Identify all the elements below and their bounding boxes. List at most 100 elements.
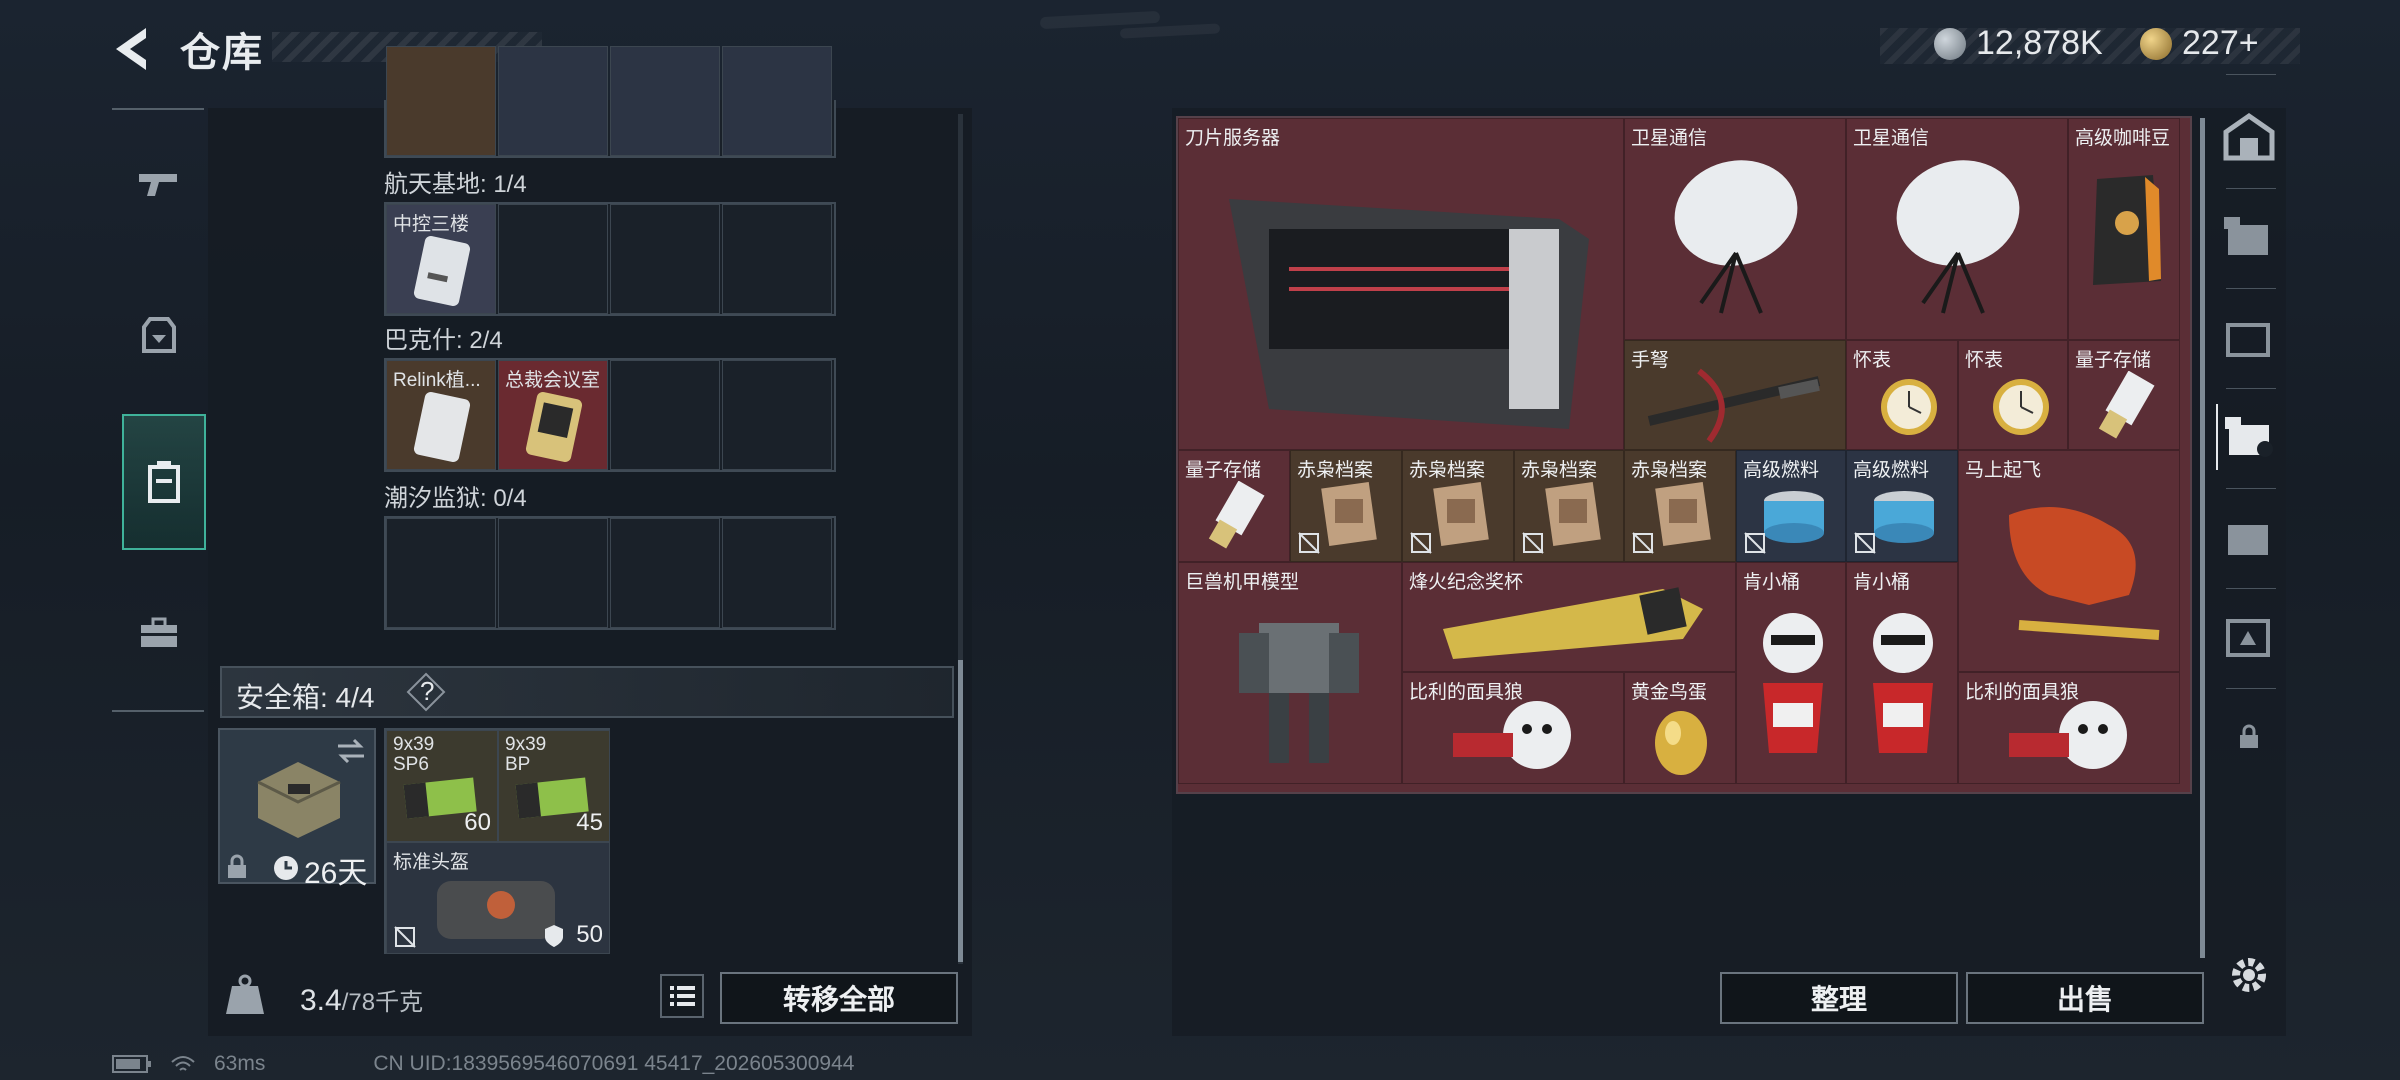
pocket-watch-icon	[1881, 379, 1937, 435]
stash-item[interactable]: 量子存储	[1178, 450, 1290, 562]
weapon-tab[interactable]	[124, 150, 194, 220]
settings-button[interactable]	[2216, 942, 2282, 1008]
left-tab-bar	[112, 108, 206, 712]
stash-item[interactable]: 赤枭档案	[1624, 450, 1736, 562]
battery-icon	[112, 1055, 151, 1073]
gear-icon	[2232, 958, 2266, 992]
keycard-icon	[525, 392, 583, 462]
storage-tab[interactable]	[2216, 104, 2282, 170]
item-label: 巨兽机甲模型	[1185, 572, 1300, 593]
stash-item[interactable]: 卫星通信	[1624, 118, 1846, 340]
pocket-watch-icon	[1993, 379, 2049, 435]
stash-item[interactable]: 肯小桶	[1736, 562, 1846, 784]
locked-page-tab[interactable]	[2216, 704, 2282, 770]
item-label: 赤枭档案	[1297, 460, 1374, 481]
uid-text: CN UID:1839569546070691 45417_2026053009…	[373, 1052, 855, 1075]
horse-statue-icon	[2009, 507, 2160, 640]
stash-page-4-tab[interactable]	[2216, 404, 2282, 470]
bucket-figure-icon	[1763, 613, 1823, 753]
safe-case-icon	[257, 762, 341, 838]
no-sale-icon	[1632, 532, 1654, 554]
keycard-slot[interactable]	[722, 46, 832, 156]
stash-item[interactable]: 怀表	[1958, 340, 2068, 450]
stash-item[interactable]: 卫星通信	[1846, 118, 2068, 340]
stash-item[interactable]: 比利的面具狼	[1402, 672, 1624, 784]
satellite-icon	[1896, 160, 2020, 314]
keycard-slot[interactable]	[386, 46, 496, 156]
stash-item[interactable]: 赤枭档案	[1514, 450, 1624, 562]
keycard-item[interactable]: 中控三楼	[386, 204, 496, 314]
ammo-item[interactable]: 9x39 SP6 60	[386, 730, 498, 842]
no-sale-icon	[1410, 532, 1432, 554]
tools-tab[interactable]	[124, 598, 194, 668]
item-label: 9x39 BP	[505, 735, 547, 775]
help-label: ?	[420, 676, 435, 706]
fuel-can-icon	[1764, 491, 1824, 543]
helmet-item[interactable]: 标准头盔 50	[386, 842, 610, 954]
stash-item[interactable]: 肯小桶	[1846, 562, 1958, 784]
keycard-slot[interactable]	[498, 204, 608, 314]
stash-page-6-tab[interactable]	[2216, 604, 2282, 670]
keycard-slot[interactable]	[498, 46, 608, 156]
item-label: 量子存储	[2075, 350, 2152, 371]
stash-item[interactable]: 高级燃料	[1846, 450, 1958, 562]
sort-button[interactable]: 整理	[1720, 972, 1958, 1024]
stash-item[interactable]: 高级燃料	[1736, 450, 1846, 562]
stash-item[interactable]: 巨兽机甲模型	[1178, 562, 1402, 784]
stash-item[interactable]: 黄金鸟蛋	[1624, 672, 1736, 784]
item-durability: 50	[576, 921, 603, 948]
back-arrow-icon[interactable]	[108, 24, 154, 74]
keycard-slot[interactable]	[498, 518, 608, 628]
safe-box-case[interactable]: 26天	[218, 728, 376, 890]
stash-item[interactable]: 刀片服务器	[1178, 118, 1624, 450]
stash-item[interactable]: 手弩	[1624, 340, 1846, 450]
stash-item[interactable]: 量子存储	[2068, 340, 2180, 450]
item-count: 45	[576, 809, 603, 836]
gear-tab[interactable]	[124, 298, 194, 368]
golden-egg-icon	[1655, 711, 1707, 775]
stash-item[interactable]: 赤枭档案	[1402, 450, 1514, 562]
stash-page-2-tab[interactable]	[2216, 204, 2282, 270]
keycard-slot[interactable]	[610, 518, 720, 628]
status-bar: 63ms CN UID:1839569546070691 45417_20260…	[112, 1052, 854, 1076]
swap-icon[interactable]	[336, 738, 366, 764]
transfer-all-button[interactable]: 转移全部	[720, 972, 958, 1024]
keycard-slot[interactable]	[610, 204, 720, 314]
keycard-group-aerospace: 中控三楼	[384, 202, 836, 316]
item-label: 赤枭档案	[1631, 460, 1708, 481]
keycard-slot[interactable]	[722, 518, 832, 628]
keycard-slot[interactable]	[722, 360, 832, 470]
no-sale-icon	[1522, 532, 1544, 554]
keycard-slot[interactable]	[722, 204, 832, 314]
keycard-slot[interactable]	[386, 518, 496, 628]
stash-item[interactable]: 怀表	[1846, 340, 1958, 450]
stash-grid: 刀片服务器 卫星通信 卫星通信 高级咖啡豆 手弩 怀表 怀表 量子存储 量子存储…	[1176, 116, 2192, 794]
stash-scrollbar[interactable]	[2200, 118, 2205, 958]
ammo-item[interactable]: 9x39 BP 45	[498, 730, 610, 842]
keycard-slot[interactable]	[610, 360, 720, 470]
file-folder-icon	[1655, 481, 1711, 547]
no-sale-icon	[1854, 532, 1876, 554]
stash-item[interactable]: 马上起飞	[1958, 450, 2180, 672]
help-button[interactable]: ?	[406, 672, 446, 712]
keycard-item[interactable]: 总裁会议室	[498, 360, 608, 470]
list-icon	[670, 986, 695, 1006]
warehouse-icon	[2223, 112, 2275, 161]
stash-page-3-tab[interactable]	[2216, 304, 2282, 370]
puppet-icon	[2009, 701, 2127, 769]
stash-item[interactable]: 高级咖啡豆	[2068, 118, 2180, 340]
container-icon	[148, 461, 180, 503]
stash-page-5-tab[interactable]	[2216, 504, 2282, 570]
list-view-button[interactable]	[660, 974, 704, 1018]
stash-tab[interactable]	[122, 414, 206, 550]
file-folder-icon	[1433, 481, 1489, 547]
group-title: 潮汐监狱: 0/4	[384, 485, 527, 512]
stash-item[interactable]: 赤枭档案	[1290, 450, 1402, 562]
usb-drive-icon	[1208, 481, 1265, 549]
keycard-item[interactable]: Relink植...	[386, 360, 496, 470]
keycard-slot[interactable]	[610, 46, 720, 156]
left-scrollbar-thumb[interactable]	[958, 660, 963, 962]
sell-button[interactable]: 出售	[1966, 972, 2204, 1024]
stash-item[interactable]: 比利的面具狼	[1958, 672, 2180, 784]
stash-item[interactable]: 烽火纪念奖杯	[1402, 562, 1736, 672]
